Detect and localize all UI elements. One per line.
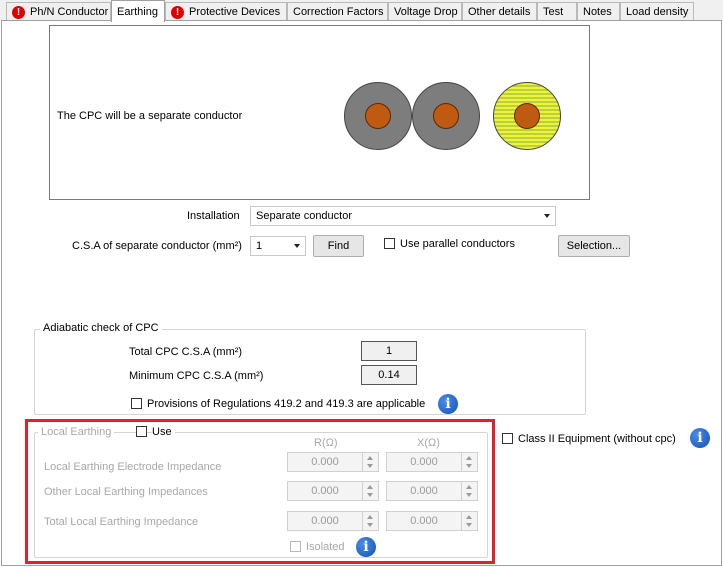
- tab-label: Earthing: [117, 5, 158, 18]
- chevron-down-icon: [466, 464, 472, 468]
- csa-label: C.S.A of separate conductor (mm²): [72, 240, 242, 252]
- parallel-conductors-checkbox[interactable]: [384, 238, 395, 249]
- adiabatic-title: Adiabatic check of CPC: [40, 322, 162, 334]
- chevron-up-icon: [466, 456, 472, 460]
- installation-label: Installation: [187, 210, 240, 222]
- class-ii-label: Class II Equipment (without cpc): [518, 433, 676, 445]
- tab-correction-factors[interactable]: Correction Factors: [287, 2, 388, 21]
- tab-earthing[interactable]: Earthing: [111, 0, 165, 22]
- chevron-up-icon: [367, 456, 373, 460]
- local-earthing-use-checkbox[interactable]: [136, 426, 147, 437]
- electrode-x-stepper[interactable]: 0.000: [386, 452, 478, 472]
- tab-label: Test: [543, 6, 564, 18]
- other-impedances-label: Other Local Earthing Impedances: [44, 486, 208, 498]
- total-cpc-label: Total CPC C.S.A (mm²): [129, 346, 243, 358]
- tab-test[interactable]: Test: [537, 2, 577, 21]
- copper-core-icon: [365, 103, 391, 129]
- local-earthing-use-label: Use: [152, 426, 175, 438]
- provisions-label: Provisions of Regulations 419.2 and 419.…: [147, 398, 426, 410]
- chevron-up-icon: [466, 515, 472, 519]
- tab-label: Other details: [468, 6, 531, 18]
- tab-label: Load density: [626, 6, 689, 18]
- preview-text: The CPC will be a separate conductor: [57, 110, 243, 122]
- selection-button[interactable]: Selection...: [558, 235, 630, 257]
- other-x-stepper[interactable]: 0.000: [386, 481, 478, 501]
- isolated-checkbox[interactable]: [290, 541, 301, 552]
- parallel-conductors-label: Use parallel conductors: [400, 238, 515, 250]
- tab-label: Voltage Drop: [394, 6, 458, 18]
- info-icon[interactable]: i: [438, 394, 458, 414]
- info-icon[interactable]: i: [690, 428, 710, 448]
- warning-icon: !: [12, 5, 25, 19]
- tab-voltage-drop[interactable]: Voltage Drop: [388, 2, 462, 21]
- stepper-buttons[interactable]: [461, 453, 477, 471]
- copper-core-icon: [433, 103, 459, 129]
- stepper-buttons[interactable]: [362, 453, 378, 471]
- stepper-value: 0.000: [410, 515, 438, 527]
- stepper-value: 0.000: [311, 485, 339, 497]
- stepper-value: 0.000: [311, 515, 339, 527]
- electrode-r-stepper[interactable]: 0.000: [287, 452, 379, 472]
- tab-label: Notes: [583, 6, 612, 18]
- copper-core-icon: [514, 103, 540, 129]
- find-button[interactable]: Find: [313, 235, 364, 257]
- tab-load-density[interactable]: Load density: [620, 2, 694, 21]
- csa-value: 1: [256, 240, 263, 252]
- chevron-up-icon: [466, 485, 472, 489]
- total-cpc-value: 1: [361, 341, 417, 361]
- min-cpc-label: Minimum CPC C.S.A (mm²): [129, 370, 264, 382]
- tab-strip: ! Ph/N Conductor Earthing ! Protective D…: [0, 0, 723, 22]
- stepper-value: 0.000: [410, 456, 438, 468]
- tab-ph-n-conductor[interactable]: ! Ph/N Conductor: [6, 2, 111, 21]
- chevron-down-icon: [544, 214, 550, 218]
- tab-label: Correction Factors: [293, 6, 384, 18]
- stepper-buttons[interactable]: [461, 512, 477, 530]
- isolated-label: Isolated: [306, 541, 345, 553]
- chevron-down-icon: [294, 244, 300, 248]
- neutral-conductor-icon: [412, 82, 480, 150]
- total-impedance-label: Total Local Earthing Impedance: [44, 516, 199, 528]
- total-x-stepper[interactable]: 0.000: [386, 511, 478, 531]
- class-ii-checkbox[interactable]: [502, 433, 513, 444]
- phase-conductor-icon: [344, 82, 412, 150]
- tab-label: Protective Devices: [189, 6, 281, 18]
- cable-preview: The CPC will be a separate conductor: [49, 25, 590, 200]
- min-cpc-value: 0.14: [361, 365, 417, 385]
- stepper-buttons[interactable]: [362, 482, 378, 500]
- resistance-column-header: R(Ω): [314, 437, 338, 449]
- stepper-buttons[interactable]: [461, 482, 477, 500]
- chevron-down-icon: [466, 523, 472, 527]
- stepper-value: 0.000: [410, 485, 438, 497]
- chevron-up-icon: [367, 485, 373, 489]
- tab-notes[interactable]: Notes: [577, 2, 620, 21]
- stepper-value: 0.000: [311, 456, 339, 468]
- chevron-down-icon: [367, 493, 373, 497]
- installation-value: Separate conductor: [256, 210, 353, 222]
- electrode-impedance-label: Local Earthing Electrode Impedance: [44, 461, 222, 473]
- chevron-down-icon: [367, 464, 373, 468]
- other-r-stepper[interactable]: 0.000: [287, 481, 379, 501]
- stepper-buttons[interactable]: [362, 512, 378, 530]
- total-r-stepper[interactable]: 0.000: [287, 511, 379, 531]
- cpc-conductor-icon: [493, 82, 561, 150]
- provisions-checkbox[interactable]: [131, 398, 142, 409]
- info-icon[interactable]: i: [356, 537, 376, 557]
- tab-label: Ph/N Conductor: [30, 6, 109, 18]
- tab-other-details[interactable]: Other details: [462, 2, 537, 21]
- warning-icon: !: [171, 5, 184, 19]
- tab-protective-devices[interactable]: ! Protective Devices: [165, 2, 287, 21]
- local-earthing-title: Local Earthing: [38, 426, 115, 438]
- csa-select[interactable]: 1: [250, 236, 306, 256]
- chevron-up-icon: [367, 515, 373, 519]
- chevron-down-icon: [367, 523, 373, 527]
- reactance-column-header: X(Ω): [417, 437, 440, 449]
- chevron-down-icon: [466, 493, 472, 497]
- installation-select[interactable]: Separate conductor: [250, 206, 556, 226]
